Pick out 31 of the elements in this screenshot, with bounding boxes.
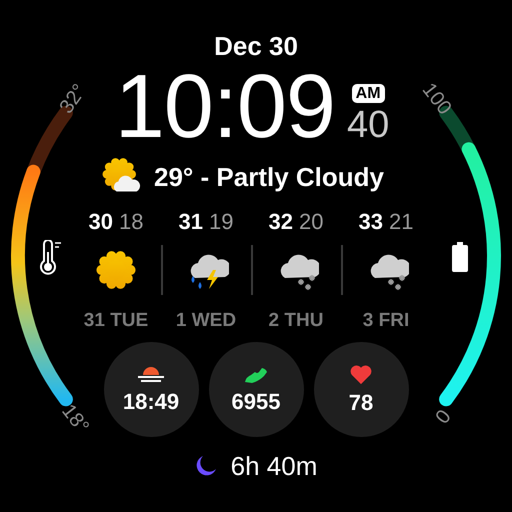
high-temperature: 31: [178, 209, 203, 235]
complication-value: 6955: [232, 390, 280, 414]
low-temperature: 19: [209, 209, 234, 235]
am-pm-badge: AM: [352, 84, 385, 103]
high-temperature: 30: [88, 209, 113, 235]
moon-icon: [194, 455, 217, 477]
sun-icon: [94, 248, 138, 292]
forecast-day: 1 WED: [176, 310, 236, 332]
thermometer-icon: [38, 240, 64, 276]
date: Dec 30: [214, 31, 298, 61]
complication-value: 18:49: [122, 390, 180, 414]
low-temperature: 20: [299, 209, 324, 235]
current-weather: 29° - Partly Cloudy: [154, 162, 384, 192]
high-temperature: 33: [358, 209, 383, 235]
forecast-day: 2 THU: [268, 310, 324, 332]
heart-icon: [349, 364, 373, 384]
low-temperature: 21: [389, 209, 414, 235]
forecast-day: 31 TUE: [84, 310, 148, 332]
sunset-icon: [136, 366, 166, 384]
gauge-max-label: 100: [416, 78, 457, 121]
gauge-max-label: 32°: [54, 79, 92, 120]
low-temperature: 18: [119, 209, 144, 235]
seconds: 40: [346, 103, 390, 147]
gauge-min-label: 0: [430, 404, 457, 430]
gauge-min-label: 18°: [56, 399, 94, 440]
sleep-duration: 6h 40m: [230, 451, 318, 481]
time: 10:09: [114, 69, 335, 145]
high-temperature: 32: [268, 209, 293, 235]
complication-value: 78: [348, 390, 374, 414]
battery-icon: [452, 242, 468, 272]
forecast-day: 3 FRI: [362, 310, 410, 332]
